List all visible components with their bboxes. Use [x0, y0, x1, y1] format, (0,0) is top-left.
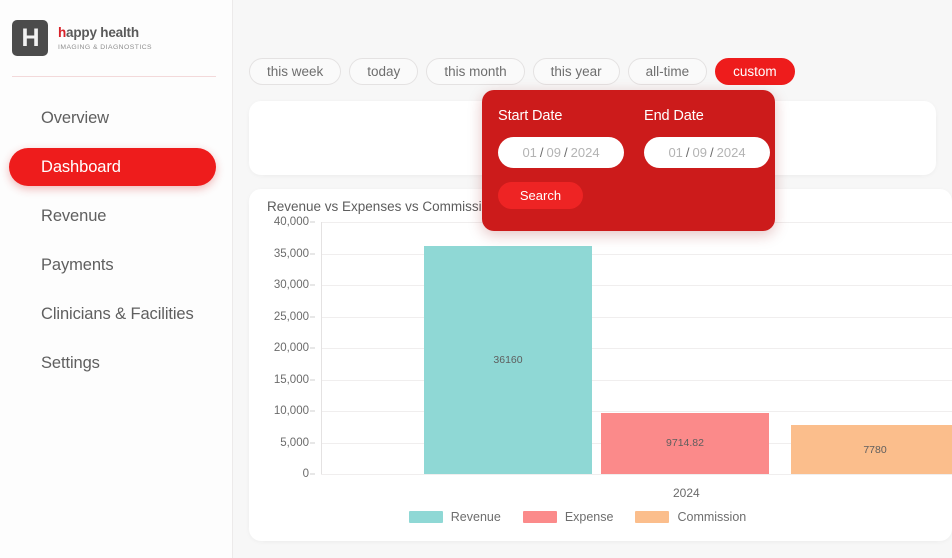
- chart-y-tick-mark: [310, 474, 315, 475]
- chart-y-tick-label: 35,000: [274, 248, 309, 260]
- brand-name-accent: h: [58, 25, 66, 40]
- chart-bar-revenue[interactable]: 36160: [424, 246, 592, 474]
- brand-logo: H happy health IMAGING & DIAGNOSTICS: [0, 0, 232, 62]
- sidebar-item-label: Dashboard: [41, 158, 121, 177]
- chart-y-tick-label: 40,000: [274, 216, 309, 228]
- filter-pill-custom[interactable]: custom: [715, 58, 795, 85]
- chart-plot-area: 05,00010,00015,00020,00025,00030,00035,0…: [263, 222, 952, 474]
- filter-pill-label: this week: [267, 64, 323, 79]
- filter-pill-label: custom: [733, 64, 777, 79]
- legend-label: Expense: [565, 510, 614, 524]
- sidebar: H happy health IMAGING & DIAGNOSTICS Ove…: [0, 0, 233, 558]
- logo-letter: H: [21, 26, 38, 51]
- app-root: H happy health IMAGING & DIAGNOSTICS Ove…: [0, 0, 952, 558]
- chart-y-tick-label: 0: [303, 468, 309, 480]
- sidebar-item-label: Overview: [41, 109, 109, 128]
- legend-swatch-icon: [523, 511, 557, 523]
- chart-x-axis-label: 2024: [263, 486, 952, 500]
- search-button[interactable]: Search: [498, 182, 583, 209]
- chart-bars: 36160 9714.82 7780: [321, 222, 952, 474]
- chart-y-tick-mark: [310, 442, 315, 443]
- chart-bar-expense[interactable]: 9714.82: [601, 413, 769, 474]
- logo-mark-icon: H: [12, 20, 48, 56]
- date-separator: /: [710, 145, 714, 160]
- legend-label: Revenue: [451, 510, 501, 524]
- filter-pill-this-month[interactable]: this month: [426, 58, 524, 85]
- chart-y-tick-label: 15,000: [274, 374, 309, 386]
- chart-gridline: [321, 474, 952, 475]
- chart-y-tick-mark: [310, 316, 315, 317]
- legend-swatch-icon: [409, 511, 443, 523]
- date-separator: /: [564, 145, 568, 160]
- date-range-filter-bar: this week today this month this year all…: [249, 0, 952, 85]
- start-date-day: 01: [522, 145, 536, 160]
- legend-item-expense[interactable]: Expense: [523, 510, 614, 524]
- filter-pill-label: today: [367, 64, 400, 79]
- chart-y-tick-mark: [310, 348, 315, 349]
- brand-name-rest: appy health: [66, 25, 139, 40]
- sidebar-item-label: Revenue: [41, 207, 106, 226]
- filter-pill-this-week[interactable]: this week: [249, 58, 341, 85]
- legend-item-revenue[interactable]: Revenue: [409, 510, 501, 524]
- end-date-input[interactable]: 01 / 09 / 2024: [644, 137, 770, 168]
- chart-y-tick-label: 20,000: [274, 342, 309, 354]
- filter-pill-today[interactable]: today: [349, 58, 418, 85]
- filter-pill-all-time[interactable]: all-time: [628, 58, 708, 85]
- chart-y-tick-mark: [310, 222, 315, 223]
- end-date-day: 01: [668, 145, 682, 160]
- chart-bar-value-label: 36160: [493, 354, 522, 366]
- start-date-year: 2024: [571, 145, 600, 160]
- chart-legend: Revenue Expense Commission: [263, 510, 952, 524]
- chart-bar-value-label: 7780: [863, 444, 886, 456]
- sidebar-item-settings[interactable]: Settings: [9, 344, 216, 382]
- start-date-label: Start Date: [498, 108, 624, 124]
- chart-y-tick-mark: [310, 285, 315, 286]
- legend-item-commission[interactable]: Commission: [635, 510, 746, 524]
- end-date-label: End Date: [644, 108, 770, 124]
- legend-swatch-icon: [635, 511, 669, 523]
- sidebar-item-revenue[interactable]: Revenue: [9, 197, 216, 235]
- sidebar-item-label: Settings: [41, 354, 100, 373]
- filter-pill-label: all-time: [646, 64, 690, 79]
- end-date-month: 09: [693, 145, 707, 160]
- sidebar-nav: Overview Dashboard Revenue Payments Clin…: [0, 77, 232, 382]
- filter-pill-this-year[interactable]: this year: [533, 58, 620, 85]
- date-separator: /: [686, 145, 690, 160]
- chart-bar-commission[interactable]: 7780: [791, 425, 952, 474]
- chart-bar-value-label: 9714.82: [666, 437, 704, 449]
- chart-y-tick-label: 10,000: [274, 405, 309, 417]
- chart-panel: Revenue vs Expenses vs Commission 05,000…: [249, 189, 952, 541]
- chart-y-tick-label: 30,000: [274, 279, 309, 291]
- legend-label: Commission: [677, 510, 746, 524]
- sidebar-item-label: Payments: [41, 256, 114, 275]
- start-date-field-group: Start Date 01 / 09 / 2024: [498, 108, 624, 168]
- sidebar-item-dashboard[interactable]: Dashboard: [9, 148, 216, 186]
- filter-pill-label: this year: [551, 64, 602, 79]
- start-date-input[interactable]: 01 / 09 / 2024: [498, 137, 624, 168]
- date-separator: /: [540, 145, 544, 160]
- filter-pill-label: this month: [444, 64, 506, 79]
- brand-text: happy health IMAGING & DIAGNOSTICS: [58, 25, 152, 51]
- date-fields-row: Start Date 01 / 09 / 2024 End Date 01 / …: [498, 108, 759, 168]
- brand-name: happy health: [58, 25, 152, 41]
- chart-y-tick-label: 25,000: [274, 311, 309, 323]
- chart-y-axis: 05,00010,00015,00020,00025,00030,00035,0…: [263, 222, 315, 474]
- chart-y-tick-mark: [310, 411, 315, 412]
- sidebar-item-overview[interactable]: Overview: [9, 99, 216, 137]
- chart-y-tick-mark: [310, 379, 315, 380]
- end-date-year: 2024: [717, 145, 746, 160]
- sidebar-item-label: Clinicians & Facilities: [41, 305, 194, 324]
- sidebar-item-clinicians-facilities[interactable]: Clinicians & Facilities: [9, 295, 216, 333]
- custom-date-range-panel: Start Date 01 / 09 / 2024 End Date 01 / …: [482, 90, 775, 231]
- brand-subtitle: IMAGING & DIAGNOSTICS: [58, 44, 152, 51]
- end-date-field-group: End Date 01 / 09 / 2024: [644, 108, 770, 168]
- sidebar-item-payments[interactable]: Payments: [9, 246, 216, 284]
- chart-y-tick-mark: [310, 253, 315, 254]
- start-date-month: 09: [547, 145, 561, 160]
- main-content: this week today this month this year all…: [233, 0, 952, 558]
- chart-y-tick-label: 5,000: [280, 437, 309, 449]
